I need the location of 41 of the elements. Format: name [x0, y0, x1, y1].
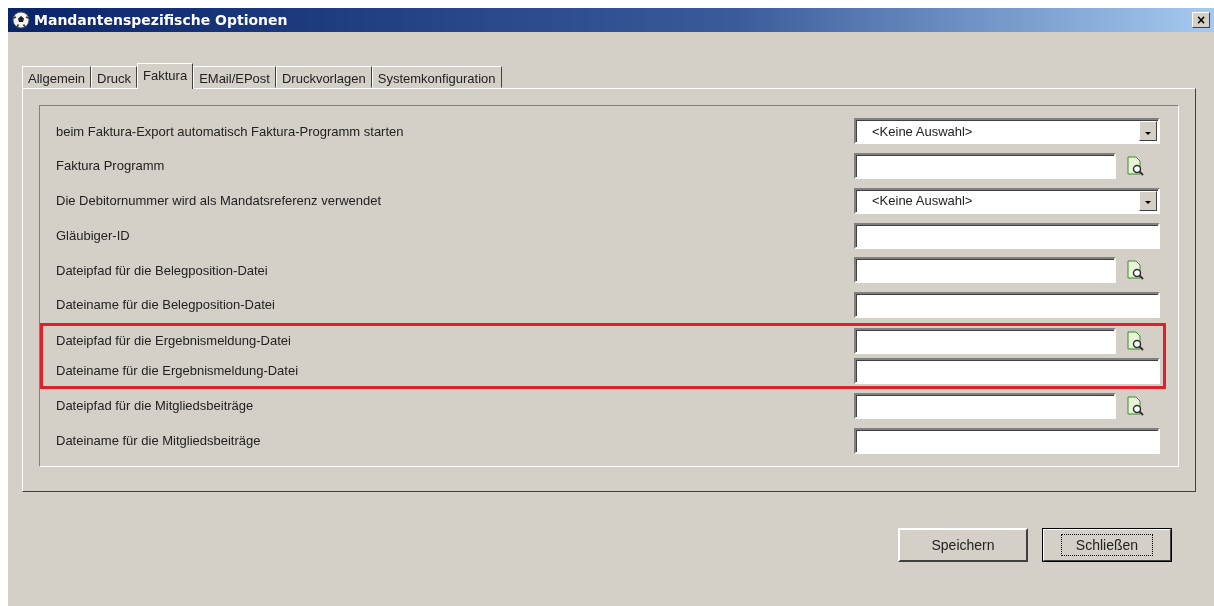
input-field[interactable] — [854, 357, 1160, 384]
tab[interactable]: Systemkonfiguration — [371, 66, 502, 88]
dropdown-button[interactable] — [1139, 190, 1157, 211]
window-title: Mandantenspezifische Optionen — [34, 10, 288, 30]
field-label: Dateipfad für die Mitgliedsbeiträge — [56, 397, 255, 416]
tab[interactable]: Allgemein — [22, 66, 92, 88]
ball-icon — [12, 11, 30, 29]
field-label: beim Faktura-Export automatisch Faktura-Programm starten — [56, 122, 405, 141]
field-label: Dateipfad für die Belegposition-Datei — [56, 261, 269, 280]
input-field[interactable] — [854, 292, 1160, 319]
input-field[interactable] — [854, 392, 1116, 419]
input-field[interactable] — [854, 257, 1116, 284]
save-button[interactable]: Speichern — [898, 528, 1028, 562]
input-field[interactable] — [854, 427, 1160, 454]
field-label: Dateiname für die Mitgliedsbeiträge — [56, 431, 262, 450]
dropdown-button[interactable] — [1139, 121, 1157, 142]
field-label: Dateiname für die Belegposition-Datei — [56, 296, 276, 315]
close-dialog-button[interactable]: Schließen — [1042, 528, 1172, 562]
dropdown-field[interactable]: <Keine Auswahl> — [854, 187, 1160, 214]
tab[interactable]: EMail/EPost — [193, 66, 276, 88]
input-field[interactable] — [854, 222, 1160, 249]
dropdown-arrow-icon — [1145, 201, 1151, 205]
input-field[interactable] — [854, 327, 1116, 354]
field-label: Faktura Programm — [56, 157, 166, 176]
field-label: Dateiname für die Ergebnismeldung-Datei — [56, 361, 300, 380]
tab[interactable]: Druck — [91, 66, 138, 88]
input-field[interactable] — [854, 153, 1116, 180]
close-button[interactable]: × — [1192, 12, 1210, 28]
file-search-icon[interactable] — [1124, 394, 1146, 417]
dropdown-value: <Keine Auswahl> — [872, 122, 973, 141]
file-search-icon[interactable] — [1124, 259, 1146, 282]
tab[interactable]: Druckvorlagen — [275, 66, 372, 88]
file-search-icon[interactable] — [1124, 155, 1146, 178]
field-label: Die Debitornummer wird als Mandatsreferenz verwendet — [56, 192, 383, 211]
dropdown-field[interactable]: <Keine Auswahl> — [854, 118, 1160, 145]
field-label: Gläubiger-ID — [56, 226, 131, 245]
dropdown-arrow-icon — [1145, 131, 1151, 135]
file-search-icon[interactable] — [1124, 329, 1146, 352]
tab[interactable]: Faktura — [137, 63, 194, 89]
field-label: Dateipfad für die Ergebnismeldung-Datei — [56, 331, 292, 350]
dropdown-value: <Keine Auswahl> — [872, 192, 973, 211]
